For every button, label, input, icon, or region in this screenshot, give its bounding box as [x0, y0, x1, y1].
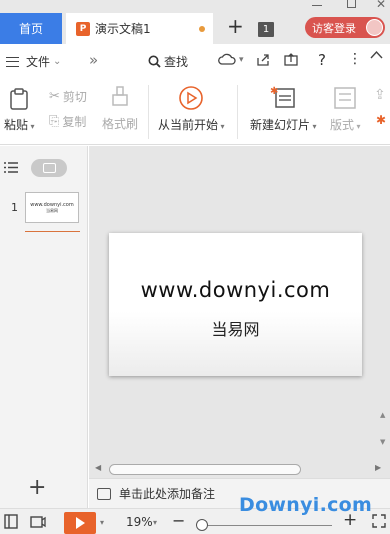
slide-insert-marker [25, 231, 80, 232]
slide-view-toggle[interactable] [31, 159, 67, 177]
search-icon [148, 55, 161, 68]
slide-number: 1 [11, 201, 18, 214]
scroll-left-icon[interactable]: ◀ [95, 463, 101, 472]
presentation-file-icon: P [76, 21, 90, 36]
tab-count-badge[interactable]: 1 [258, 22, 274, 37]
format-painter-label: 格式刷 [102, 117, 139, 131]
ribbon-overflow-icon[interactable]: ⇪ [374, 87, 386, 103]
file-menu-label: 文件 [26, 55, 51, 69]
copy-icon: ⎘ [49, 114, 60, 129]
copy-label: 复制 [62, 115, 87, 129]
new-slide-icon: ✱ [270, 86, 296, 108]
new-slide-label: 新建幻灯片 ▾ [250, 118, 317, 132]
search-button[interactable]: 查找 [148, 53, 188, 70]
normal-view-icon[interactable] [4, 514, 18, 529]
maximize-icon[interactable] [347, 0, 356, 8]
slide-thumbnail[interactable]: www.downyi.com 当易网 [25, 192, 79, 223]
clipboard-icon [10, 88, 29, 110]
zoom-slider[interactable] [196, 525, 332, 526]
zoom-out-button[interactable]: − [172, 511, 185, 530]
notes-icon [97, 487, 111, 500]
thumbnail-subtitle: 当易网 [46, 207, 58, 213]
tab-document-label: 演示文稿1 [95, 22, 151, 36]
share-icon [257, 54, 269, 66]
watermark-logo: Downyi.com [239, 494, 373, 516]
ribbon-toolbar: 粘贴 ▾ ✂ 剪切 ⎘ 复制 格式刷 从当前开始 ▾ ✱ 新建幻灯片 ▾ 版式 … [0, 79, 390, 145]
cloud-icon [218, 53, 236, 65]
vertical-scrollbar[interactable]: ▲ ▼ [378, 146, 390, 476]
new-slide-button[interactable]: ✱ 新建幻灯片 ▾ [250, 85, 317, 133]
paste-label: 粘贴 ▾ [4, 118, 35, 132]
tab-home[interactable]: 首页 [0, 13, 62, 44]
play-icon [75, 517, 85, 529]
fit-window-icon[interactable] [372, 514, 386, 528]
zoom-dropdown-icon[interactable]: ▾ [153, 518, 157, 527]
collapse-ribbon-icon[interactable] [370, 50, 383, 59]
slide-editor-canvas[interactable]: www.downyi.com 当易网 ▲ ▼ [89, 146, 390, 461]
chevron-down-icon: ⌄ [53, 56, 62, 67]
visitor-login-label: 访客登录 [312, 21, 356, 35]
slideshow-play-button[interactable] [64, 512, 96, 534]
export-button[interactable] [284, 53, 298, 66]
ribbon-divider [148, 85, 149, 139]
tab-document[interactable]: P 演示文稿1 [66, 13, 213, 44]
search-label: 查找 [164, 55, 189, 69]
minimize-icon[interactable] [312, 0, 322, 6]
layout-icon [334, 87, 357, 109]
slides-panel: 1 www.downyi.com 当易网 + [0, 146, 88, 508]
menu-bar: 文件 ⌄ » 查找 ▾ ? ⋮ [0, 44, 390, 79]
help-button[interactable]: ? [318, 51, 326, 69]
copy-button[interactable]: ⎘ 复制 [49, 113, 86, 130]
add-slide-button[interactable]: + [28, 477, 46, 499]
tab-home-label: 首页 [18, 22, 43, 36]
layout-button[interactable]: 版式 ▾ [330, 85, 361, 133]
svg-text:✱: ✱ [270, 86, 278, 97]
scissors-icon: ✂ [49, 89, 60, 104]
slide-view-icon [42, 163, 56, 173]
scrollbar-thumb[interactable] [109, 464, 301, 475]
title-bar: ✕ 首页 P 演示文稿1 + 1 访客登录 [0, 0, 390, 44]
visitor-login-button[interactable]: 访客登录 [305, 17, 385, 38]
slide-title[interactable]: www.downyi.com [141, 278, 331, 302]
unsaved-indicator [199, 26, 205, 32]
more-options-icon[interactable]: ⋮ [348, 51, 362, 67]
share-button[interactable] [256, 53, 270, 66]
notes-placeholder: 单击此处添加备注 [119, 487, 216, 501]
scroll-up-icon[interactable]: ▲ [380, 411, 385, 419]
scroll-down-icon[interactable]: ▼ [380, 438, 385, 446]
export-icon [284, 53, 298, 66]
cut-label: 剪切 [62, 90, 87, 104]
scroll-right-icon[interactable]: ▶ [375, 463, 381, 472]
zoom-level[interactable]: 19% [126, 515, 153, 529]
format-painter-icon [112, 86, 128, 106]
chevron-down-icon[interactable]: ▾ [100, 518, 104, 527]
horizontal-scrollbar[interactable]: ◀ ▶ [89, 461, 390, 478]
current-slide[interactable]: www.downyi.com 当易网 [109, 233, 362, 376]
play-from-current-label: 从当前开始 ▾ [158, 118, 225, 132]
reading-view-icon[interactable] [30, 514, 46, 529]
play-from-current-button[interactable]: 从当前开始 ▾ [158, 85, 225, 133]
more-tabs-button[interactable]: » [89, 51, 98, 69]
outline-view-icon[interactable] [4, 162, 18, 173]
close-window-icon[interactable]: ✕ [376, 0, 386, 11]
new-tab-button[interactable]: + [227, 16, 244, 36]
hamburger-icon [6, 56, 19, 67]
chevron-down-icon: ▾ [239, 54, 244, 65]
play-circle-icon [179, 86, 204, 110]
file-menu[interactable]: 文件 ⌄ [6, 53, 61, 70]
zoom-slider-handle[interactable] [196, 519, 208, 531]
cloud-sync-button[interactable]: ▾ [218, 53, 244, 66]
avatar [366, 19, 383, 36]
ribbon-overflow-icon-2[interactable]: ✱ [376, 113, 386, 127]
ribbon-divider [237, 85, 238, 139]
cut-button[interactable]: ✂ 剪切 [49, 88, 87, 105]
paste-button[interactable]: 粘贴 ▾ [4, 87, 35, 133]
slide-subtitle[interactable]: 当易网 [211, 316, 259, 340]
layout-label: 版式 ▾ [330, 118, 361, 132]
format-painter-button[interactable]: 格式刷 [102, 85, 138, 132]
